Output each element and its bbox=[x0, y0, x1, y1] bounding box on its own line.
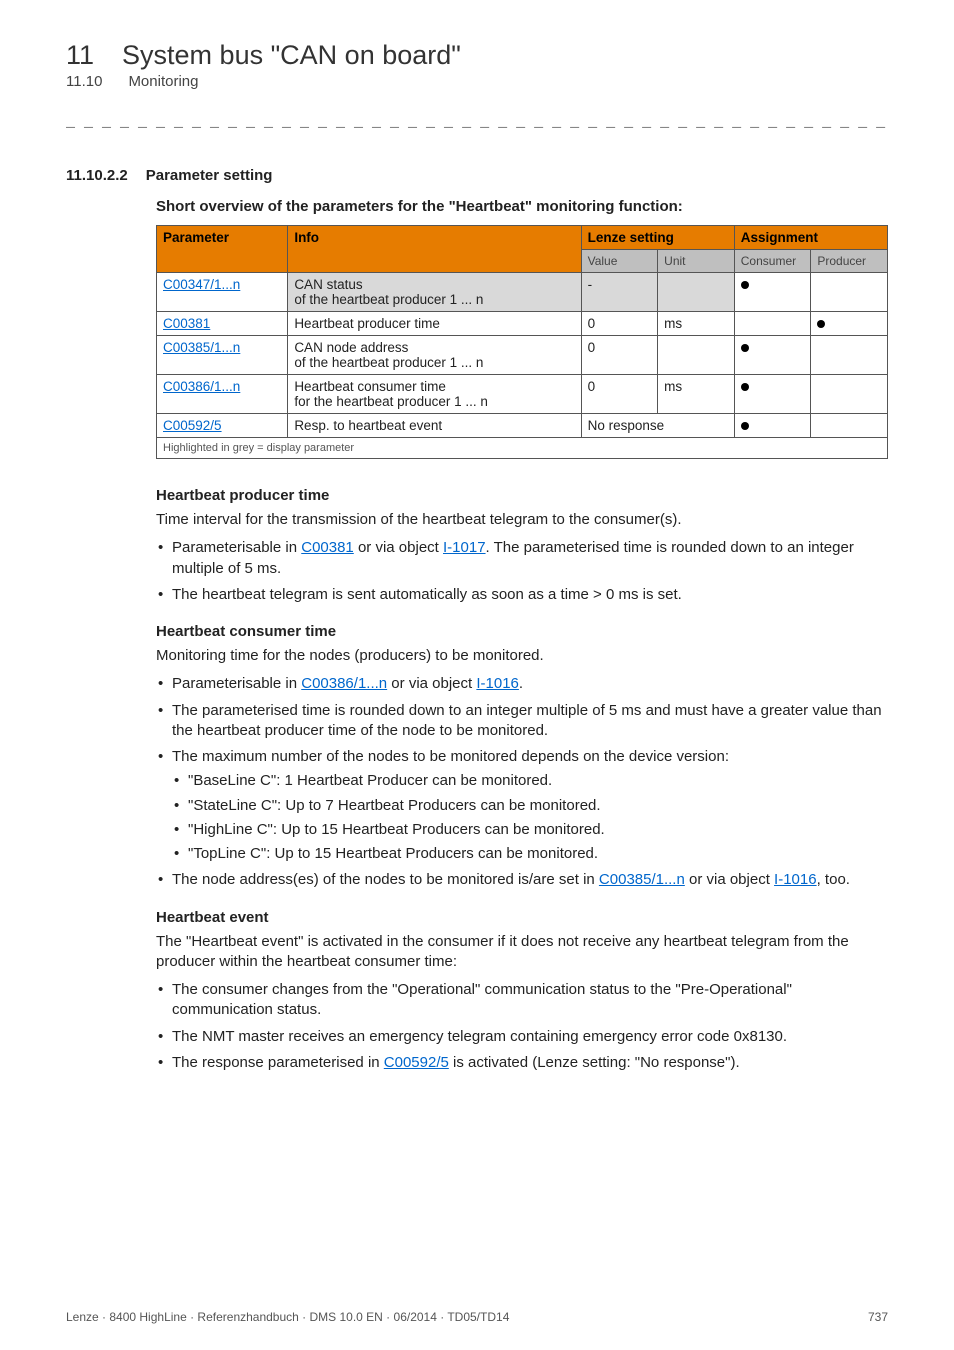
parameter-table: Parameter Info Lenze setting Assignment … bbox=[156, 225, 888, 459]
param-unit: ms bbox=[658, 312, 735, 336]
th-unit: Unit bbox=[658, 250, 735, 273]
list-item: "BaseLine C": 1 Heartbeat Producer can b… bbox=[172, 771, 888, 791]
param-link[interactable]: C00347/1...n bbox=[163, 277, 240, 292]
text: The maximum number of the nodes to be mo… bbox=[172, 748, 729, 765]
param-consumer bbox=[734, 336, 811, 375]
text: or via object bbox=[387, 675, 476, 692]
param-unit bbox=[658, 336, 735, 375]
list-item: The parameterised time is rounded down t… bbox=[156, 701, 888, 742]
list-item: "TopLine C": Up to 15 Heartbeat Producer… bbox=[172, 844, 888, 864]
sub-number: 11.10 bbox=[66, 73, 102, 90]
param-consumer bbox=[734, 375, 811, 414]
hb-producer-title: Heartbeat producer time bbox=[156, 487, 888, 504]
param-info: Heartbeat producer time bbox=[288, 312, 581, 336]
text: Parameterisable in bbox=[172, 539, 301, 556]
section-number: 11.10.2.2 bbox=[66, 167, 128, 184]
param-info: Heartbeat consumer time for the heartbea… bbox=[288, 375, 581, 414]
footer-page-number: 737 bbox=[868, 1310, 888, 1324]
param-producer bbox=[811, 336, 888, 375]
dot-icon bbox=[817, 320, 825, 328]
param-info: Resp. to heartbeat event bbox=[288, 414, 581, 438]
link-c00592-5[interactable]: C00592/5 bbox=[384, 1054, 449, 1071]
dot-icon bbox=[741, 422, 749, 430]
param-producer bbox=[811, 273, 888, 312]
th-lenze-setting: Lenze setting bbox=[581, 226, 734, 250]
footer-left: Lenze · 8400 HighLine · Referenzhandbuch… bbox=[66, 1310, 509, 1324]
param-value: - bbox=[581, 273, 658, 312]
param-value: No response bbox=[581, 414, 734, 438]
dot-icon bbox=[741, 281, 749, 289]
param-producer bbox=[811, 414, 888, 438]
link-c00386[interactable]: C00386/1...n bbox=[301, 675, 387, 692]
param-producer bbox=[811, 312, 888, 336]
dot-icon bbox=[741, 383, 749, 391]
param-value: 0 bbox=[581, 375, 658, 414]
text: The response parameterised in bbox=[172, 1054, 384, 1071]
hb-consumer-title: Heartbeat consumer time bbox=[156, 623, 888, 640]
hb-producer-para: Time interval for the transmission of th… bbox=[156, 510, 888, 530]
link-c00385[interactable]: C00385/1...n bbox=[599, 871, 685, 888]
section-title: Parameter setting bbox=[146, 167, 273, 184]
th-consumer: Consumer bbox=[734, 250, 811, 273]
text: The node address(es) of the nodes to be … bbox=[172, 871, 599, 888]
param-consumer bbox=[734, 273, 811, 312]
param-value: 0 bbox=[581, 312, 658, 336]
list-item: The response parameterised in C00592/5 i… bbox=[156, 1053, 888, 1073]
th-info: Info bbox=[288, 226, 581, 273]
text: Parameterisable in bbox=[172, 675, 301, 692]
list-item: "StateLine C": Up to 7 Heartbeat Produce… bbox=[172, 796, 888, 816]
hb-consumer-para: Monitoring time for the nodes (producers… bbox=[156, 646, 888, 666]
text: or via object bbox=[685, 871, 774, 888]
param-consumer bbox=[734, 414, 811, 438]
param-unit bbox=[658, 273, 735, 312]
table-intro: Short overview of the parameters for the… bbox=[156, 198, 888, 215]
list-item: Parameterisable in C00386/1...n or via o… bbox=[156, 674, 888, 694]
param-value: 0 bbox=[581, 336, 658, 375]
chapter-title: System bus "CAN on board" bbox=[122, 40, 461, 71]
param-producer bbox=[811, 375, 888, 414]
param-link[interactable]: C00385/1...n bbox=[163, 340, 240, 355]
text: or via object bbox=[354, 539, 443, 556]
chapter-number: 11 bbox=[66, 40, 94, 71]
param-consumer bbox=[734, 312, 811, 336]
list-item: The NMT master receives an emergency tel… bbox=[156, 1027, 888, 1047]
param-info: CAN status of the heartbeat producer 1 .… bbox=[288, 273, 581, 312]
list-item: The node address(es) of the nodes to be … bbox=[156, 870, 888, 890]
list-item: The maximum number of the nodes to be mo… bbox=[156, 747, 888, 864]
hb-event-title: Heartbeat event bbox=[156, 909, 888, 926]
text: , too. bbox=[817, 871, 850, 888]
hb-event-para: The "Heartbeat event" is activated in th… bbox=[156, 932, 888, 973]
link-i1016[interactable]: I-1016 bbox=[476, 675, 519, 692]
param-unit: ms bbox=[658, 375, 735, 414]
list-item: Parameterisable in C00381 or via object … bbox=[156, 538, 888, 579]
link-i1017[interactable]: I-1017 bbox=[443, 539, 486, 556]
list-item: The consumer changes from the "Operation… bbox=[156, 980, 888, 1021]
dot-icon bbox=[741, 344, 749, 352]
param-link[interactable]: C00386/1...n bbox=[163, 379, 240, 394]
list-item: "HighLine C": Up to 15 Heartbeat Produce… bbox=[172, 820, 888, 840]
divider-dashes: _ _ _ _ _ _ _ _ _ _ _ _ _ _ _ _ _ _ _ _ … bbox=[66, 114, 888, 131]
link-c00381[interactable]: C00381 bbox=[301, 539, 354, 556]
th-value: Value bbox=[581, 250, 658, 273]
param-link[interactable]: C00592/5 bbox=[163, 418, 222, 433]
th-parameter: Parameter bbox=[157, 226, 288, 273]
table-footnote: Highlighted in grey = display parameter bbox=[157, 438, 888, 459]
link-i1016[interactable]: I-1016 bbox=[774, 871, 817, 888]
param-link[interactable]: C00381 bbox=[163, 316, 210, 331]
text: . bbox=[519, 675, 523, 692]
th-producer: Producer bbox=[811, 250, 888, 273]
text: is activated (Lenze setting: "No respons… bbox=[449, 1054, 740, 1071]
list-item: The heartbeat telegram is sent automatic… bbox=[156, 585, 888, 605]
sub-title: Monitoring bbox=[128, 73, 198, 90]
param-info: CAN node address of the heartbeat produc… bbox=[288, 336, 581, 375]
th-assignment: Assignment bbox=[734, 226, 887, 250]
